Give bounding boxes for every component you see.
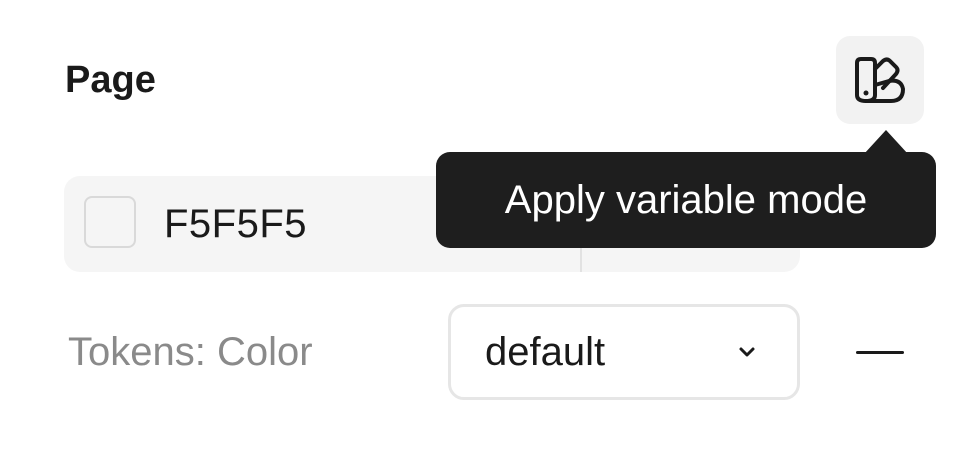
apply-variable-mode-button[interactable]: [836, 36, 924, 124]
variable-mode-value: default: [485, 330, 606, 374]
variable-mode-dropdown[interactable]: default: [448, 304, 800, 400]
remove-mode-button[interactable]: [846, 326, 914, 378]
tooltip-text: Apply variable mode: [504, 178, 868, 222]
color-swatch[interactable]: [84, 196, 136, 248]
minus-icon: [856, 350, 904, 354]
tooltip: Apply variable mode: [436, 152, 936, 248]
token-collection-label: Tokens: Color: [68, 330, 313, 374]
section-title: Page: [65, 59, 156, 101]
tooltip-arrow: [864, 130, 908, 154]
page-properties-panel: Page F5F5F5 Apply variable mode Tokens: …: [0, 0, 960, 464]
hex-value[interactable]: F5F5F5: [164, 200, 307, 248]
variable-mode-icon: [853, 55, 907, 105]
chevron-down-icon: [737, 345, 757, 364]
